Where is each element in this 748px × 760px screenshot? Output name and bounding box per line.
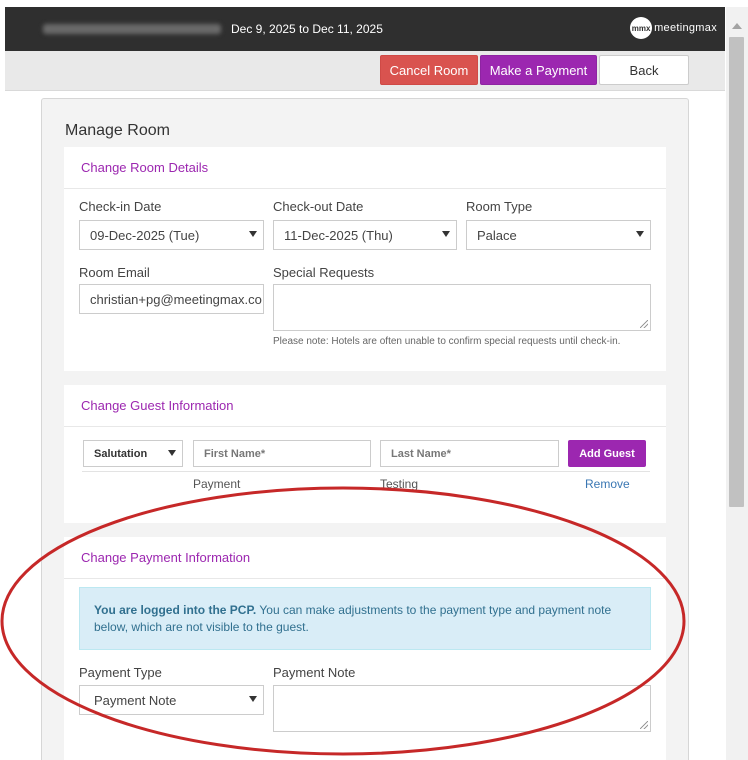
event-name-redacted (43, 24, 221, 34)
add-guest-button[interactable]: Add Guest (568, 440, 646, 467)
make-payment-button[interactable]: Make a Payment (480, 55, 597, 85)
first-name-placeholder: First Name* (204, 447, 266, 460)
room-email-input[interactable]: christian+pg@meetingmax.co (79, 284, 264, 314)
action-bar: Cancel Room Make a Payment Back (5, 51, 725, 91)
last-name-placeholder: Last Name* (391, 447, 451, 460)
top-header-bar: Dec 9, 2025 to Dec 11, 2025 mmx meetingm… (5, 7, 725, 51)
payment-type-label: Payment Type (79, 665, 162, 680)
scrollbar-thumb[interactable] (729, 37, 744, 507)
manage-room-panel: Manage Room Change Room Details Check-in… (41, 98, 689, 760)
salutation-value: Salutation (94, 447, 148, 460)
guest-info-heading: Change Guest Information (64, 385, 666, 427)
chevron-down-icon (249, 231, 257, 237)
payment-note-label: Payment Note (273, 665, 356, 680)
room-type-select[interactable]: Palace (466, 220, 651, 250)
chevron-down-icon (168, 450, 176, 456)
checkin-date-value: 09-Dec-2025 (Tue) (90, 227, 200, 243)
pcp-info-alert: You are logged into the PCP. You can mak… (79, 587, 651, 650)
special-requests-textarea[interactable] (273, 284, 651, 331)
remove-guest-link[interactable]: Remove (585, 477, 630, 491)
page-title: Manage Room (65, 122, 170, 139)
checkin-date-label: Check-in Date (79, 199, 162, 214)
guest-info-card: Change Guest Information Salutation Firs… (64, 385, 666, 523)
payment-type-value: Payment Note (94, 692, 177, 708)
chevron-down-icon (442, 231, 450, 237)
payment-type-select[interactable]: Payment Note (79, 685, 264, 715)
checkout-date-select[interactable]: 11-Dec-2025 (Thu) (273, 220, 457, 250)
resize-handle-icon[interactable] (640, 320, 648, 328)
special-requests-note: Please note: Hotels are often unable to … (273, 336, 621, 347)
room-type-label: Room Type (466, 199, 533, 214)
room-details-card: Change Room Details Check-in Date 09-Dec… (64, 147, 666, 371)
divider (82, 471, 650, 472)
payment-info-heading: Change Payment Information (64, 537, 666, 579)
guest-first-name: Payment (193, 477, 241, 491)
cancel-room-button[interactable]: Cancel Room (380, 55, 478, 85)
logo-text: meetingmax (654, 22, 717, 34)
scroll-up-arrow-icon[interactable] (732, 23, 742, 29)
chevron-down-icon (636, 231, 644, 237)
checkout-date-value: 11-Dec-2025 (Thu) (284, 227, 393, 243)
meetingmax-logo: mmx meetingmax (630, 17, 717, 39)
room-email-value: christian+pg@meetingmax.co (90, 291, 262, 307)
last-name-input[interactable]: Last Name* (380, 440, 559, 467)
guest-last-name: Testing (380, 477, 419, 491)
room-email-label: Room Email (79, 265, 150, 280)
checkin-date-select[interactable]: 09-Dec-2025 (Tue) (79, 220, 264, 250)
chevron-down-icon (249, 696, 257, 702)
alert-bold-text: You are logged into the PCP. (94, 603, 257, 617)
vertical-scrollbar[interactable] (726, 7, 748, 760)
room-details-heading: Change Room Details (64, 147, 666, 189)
payment-info-card: Change Payment Information You are logge… (64, 537, 666, 760)
special-requests-label: Special Requests (273, 265, 375, 280)
first-name-input[interactable]: First Name* (193, 440, 371, 467)
logo-mark: mmx (630, 17, 653, 39)
resize-handle-icon[interactable] (640, 721, 648, 729)
event-date-range: Dec 9, 2025 to Dec 11, 2025 (231, 22, 383, 36)
payment-note-textarea[interactable] (273, 685, 651, 732)
salutation-select[interactable]: Salutation (83, 440, 183, 467)
checkout-date-label: Check-out Date (273, 199, 364, 214)
back-button[interactable]: Back (599, 55, 689, 85)
room-type-value: Palace (477, 227, 517, 243)
